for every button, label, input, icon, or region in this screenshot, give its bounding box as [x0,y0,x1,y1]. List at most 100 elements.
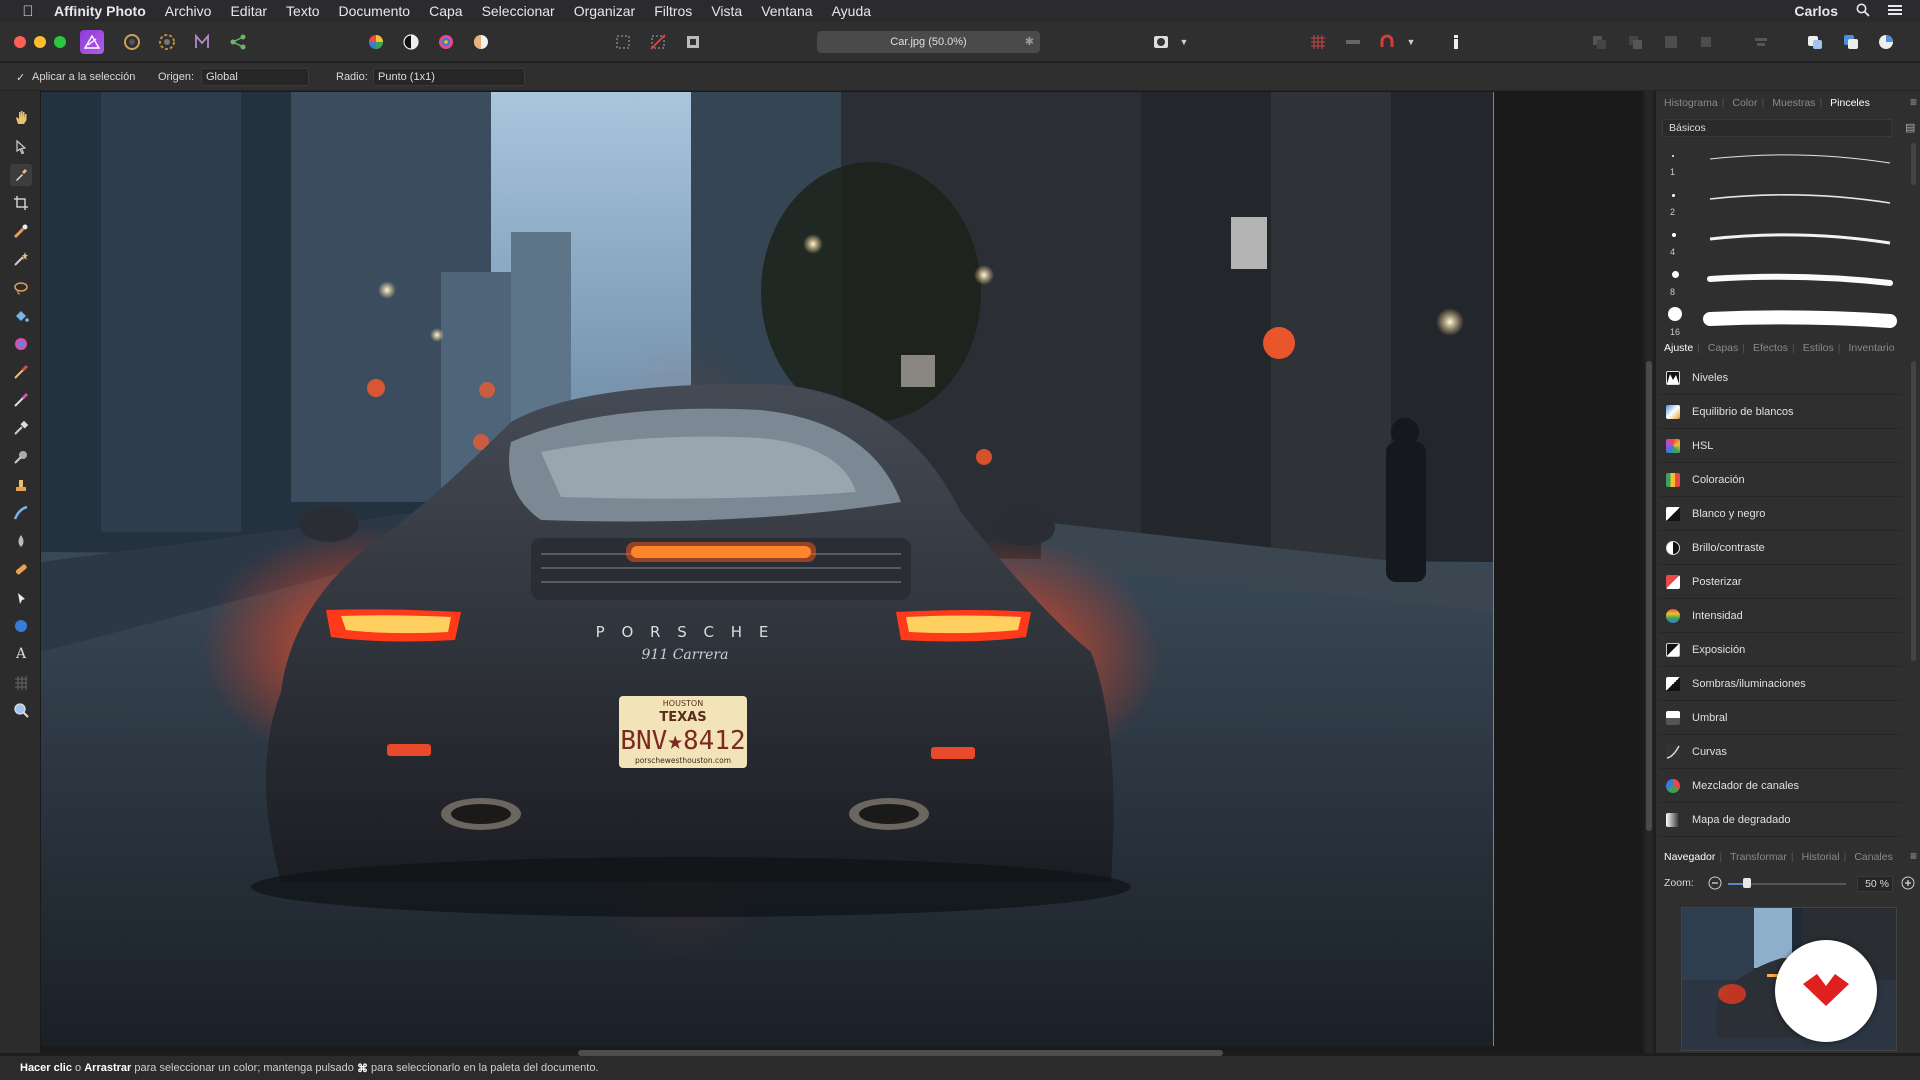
adjustment-intensidad[interactable]: Intensidad [1660,599,1902,633]
menu-texto[interactable]: Texto [286,3,319,19]
tab-muestras[interactable]: Muestras [1772,97,1815,109]
studio-panels-icon[interactable] [1803,30,1827,54]
snapping-icon[interactable] [1341,30,1365,54]
gradient-tool-icon[interactable] [10,333,32,355]
shape-tool-icon[interactable] [10,615,32,637]
menu-editar[interactable]: Editar [230,3,267,19]
menu-seleccionar[interactable]: Seleccionar [482,3,555,19]
smudge-brush-tool-icon[interactable] [10,502,32,524]
document-photo[interactable]: P O R S C H E 911 Carrera HOUSTON TEXAS … [41,92,1493,1046]
color-panel-toggle-icon[interactable] [1874,30,1898,54]
tab-capas[interactable]: Capas [1708,342,1738,354]
tab-canales[interactable]: Canales [1854,851,1893,863]
color-picker-tool-icon[interactable] [10,164,32,186]
document-tab[interactable]: Car.jpg (50.0%) ✱ [817,31,1040,53]
clone-brush-tool-icon[interactable] [10,474,32,496]
canvas-vertical-scrollbar[interactable] [1645,91,1653,1053]
brush-preset-4[interactable]: 4 [1670,225,1900,263]
arrange-backward-icon[interactable] [1623,30,1647,54]
menu-app-name[interactable]: Affinity Photo [54,3,146,19]
adjustment-coloracion[interactable]: Coloración [1660,463,1902,497]
photo-persona-icon[interactable] [80,30,104,54]
export-persona-icon[interactable] [226,30,250,54]
vertical-scroll-thumb[interactable] [1646,361,1652,831]
radius-select[interactable]: Punto (1x1) [373,68,525,86]
text-tool-icon[interactable]: A [10,643,32,665]
magic-wand-tool-icon[interactable] [10,248,32,270]
snap-options-chevron-icon[interactable]: ▼ [1404,30,1418,54]
assistant-icon[interactable] [1444,30,1468,54]
pen-tool-icon[interactable] [10,587,32,609]
blur-brush-tool-icon[interactable] [10,530,32,552]
close-document-icon[interactable]: ✱ [1025,35,1034,48]
arrange-back-icon[interactable] [1587,30,1611,54]
adjustment-posterizar[interactable]: Posterizar [1660,565,1902,599]
zoom-out-icon[interactable] [1708,876,1722,890]
tab-efectos[interactable]: Efectos [1753,342,1788,354]
tab-estilos[interactable]: Estilos [1803,342,1834,354]
window-close-button[interactable] [14,36,26,48]
menu-filtros[interactable]: Filtros [654,3,692,19]
brush-category-select[interactable]: Básicos [1662,119,1892,137]
magnet-snap-icon[interactable] [1375,30,1399,54]
view-tool-hand-icon[interactable] [10,107,32,129]
origin-select[interactable]: Global [201,68,309,86]
adjustment-exposicion[interactable]: Exposición [1660,633,1902,667]
adjustment-umbral[interactable]: Umbral [1660,701,1902,735]
tab-pinceles[interactable]: Pinceles [1830,97,1870,109]
freehand-selection-tool-icon[interactable] [10,277,32,299]
brush-preset-1[interactable]: 1 [1670,145,1900,183]
auto-levels-icon[interactable] [364,30,388,54]
menu-organizar[interactable]: Organizar [574,3,635,19]
navigator-menu-icon[interactable]: ≡ [1910,849,1917,863]
tone-mapping-persona-icon[interactable] [190,30,214,54]
brush-panel-options-icon[interactable]: ▤ [1905,121,1915,134]
tab-transformar[interactable]: Transformar [1730,851,1787,863]
quick-mask-icon[interactable] [1149,30,1173,54]
arrange-front-icon[interactable] [1694,30,1718,54]
pixel-grid-icon[interactable] [1306,30,1330,54]
menu-capa[interactable]: Capa [429,3,462,19]
adjustment-curvas[interactable]: Curvas [1660,735,1902,769]
crop-tool-icon[interactable] [10,192,32,214]
auto-colors-icon[interactable] [434,30,458,54]
selection-brush-tool-icon[interactable] [10,220,32,242]
menu-documento[interactable]: Documento [339,3,411,19]
window-zoom-button[interactable] [54,36,66,48]
color-replacement-tool-icon[interactable] [10,389,32,411]
personas-layout-icon[interactable] [1839,30,1863,54]
notification-center-icon[interactable] [1888,3,1902,19]
flood-fill-tool-icon[interactable] [10,305,32,327]
mesh-warp-tool-icon[interactable] [10,671,32,693]
adjustment-niveles[interactable]: Niveles [1660,361,1902,395]
zoom-in-icon[interactable] [1901,876,1915,890]
auto-contrast-icon[interactable] [399,30,423,54]
adjustment-equilibrio-de-blancos[interactable]: Equilibrio de blancos [1660,395,1902,429]
dodge-brush-tool-icon[interactable] [10,446,32,468]
selection-marquee-icon[interactable] [611,30,635,54]
panel-menu-icon[interactable]: ≡ [1910,95,1917,109]
liquify-persona-icon[interactable] [120,30,144,54]
brush-preset-2[interactable]: 2 [1670,185,1900,223]
menu-ayuda[interactable]: Ayuda [832,3,871,19]
paint-brush-tool-icon[interactable] [10,361,32,383]
adjustment-mapa-de-degradado[interactable]: Mapa de degradado [1660,803,1902,837]
deselect-icon[interactable] [646,30,670,54]
adjustment-sombras-iluminaciones[interactable]: Sombras/iluminaciones [1660,667,1902,701]
apply-checkbox[interactable]: ✓ [16,71,25,84]
zoom-tool-icon[interactable] [10,699,32,721]
tab-histograma[interactable]: Histograma [1664,97,1718,109]
adjustment-mezclador-de-canales[interactable]: Mezclador de canales [1660,769,1902,803]
spotlight-search-icon[interactable] [1856,3,1870,20]
zoom-value-field[interactable]: 50 % [1857,876,1893,892]
window-minimize-button[interactable] [34,36,46,48]
adjustment-hsl[interactable]: HSL [1660,429,1902,463]
healing-brush-tool-icon[interactable] [10,558,32,580]
tab-inventario[interactable]: Inventario [1848,342,1894,354]
erase-brush-tool-icon[interactable] [10,417,32,439]
invert-selection-icon[interactable] [681,30,705,54]
move-tool-icon[interactable] [10,136,32,158]
menu-archivo[interactable]: Archivo [165,3,212,19]
adjustment-brillo-contraste[interactable]: Brillo/contraste [1660,531,1902,565]
menu-vista[interactable]: Vista [711,3,742,19]
